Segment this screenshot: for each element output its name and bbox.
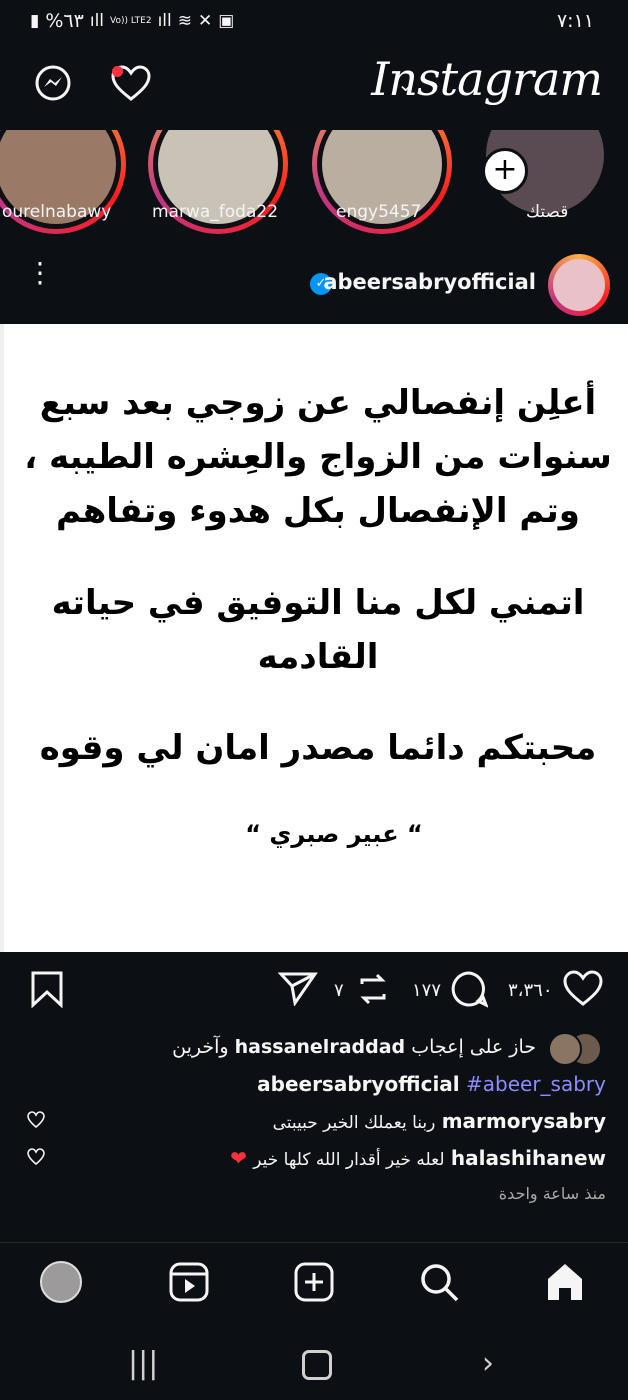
status-icons: ▮ %٦٣ ıll Vo)) LTE2 ıll ≋ ✕ ▣ (30, 10, 234, 32)
caption-hashtag[interactable]: #abeer_sabry (466, 1072, 606, 1096)
home-button-icon[interactable] (302, 1350, 332, 1380)
post-avatar[interactable] (548, 254, 610, 316)
bottom-navigation (0, 1242, 628, 1323)
like-heart-icon[interactable] (562, 970, 604, 1008)
share-send-icon[interactable] (278, 970, 318, 1006)
profile-avatar-tab[interactable] (40, 1261, 82, 1303)
stories-tray: ourelnabawy marwa_foda22 engy5457 + قصتك (0, 130, 628, 246)
signal-icon: ıll (89, 11, 105, 31)
network-label: Vo)) LTE2 (110, 15, 152, 26)
comment-row: marmorysabry ربنا يعملك الخير حبيبتى (273, 1109, 606, 1133)
post-header: ⋮ ✓ abeersabryofficial (0, 246, 628, 324)
app-header: Instagram ⌄ (0, 44, 628, 130)
comment-like-icon[interactable] (26, 1147, 46, 1167)
post-text-block-2: اتمني لكل منا التوفيق في حياته القادمه (51, 583, 585, 677)
liked-by-suffix: وآخرين (172, 1036, 229, 1058)
post-text-block-1: أعلِن إنفصالي عن زوجي بعد سبع سنوات من ا… (24, 383, 612, 531)
add-story-plus-icon[interactable]: + (482, 148, 528, 194)
reels-icon[interactable] (168, 1261, 210, 1303)
caption-username[interactable]: abeersabryofficial (257, 1072, 460, 1096)
save-bookmark-icon[interactable] (30, 970, 64, 1008)
post-username[interactable]: abeersabryofficial (323, 270, 536, 294)
comment-text: لعله خير أقدار الله كلها خير (253, 1150, 445, 1170)
notification-dot (112, 66, 123, 77)
red-heart-emoji-icon: ❤ (230, 1146, 247, 1170)
search-icon[interactable] (418, 1261, 460, 1303)
status-bar: ▮ %٦٣ ıll Vo)) LTE2 ıll ≋ ✕ ▣ ٧:١١ (0, 0, 628, 44)
back-icon[interactable]: › (482, 1346, 494, 1381)
wifi-icon: ≋ (177, 11, 192, 31)
story-username: ourelnabawy (2, 202, 112, 222)
liked-by-avatars (548, 1032, 602, 1066)
recent-apps-icon[interactable]: ||| (128, 1346, 158, 1381)
post-image[interactable]: أعلِن إنفصالي عن زوجي بعد سبع سنوات من ا… (0, 324, 628, 952)
likes-count: ٣،٣٦٠ (508, 980, 553, 1001)
messenger-icon[interactable] (34, 64, 72, 102)
comment-username[interactable]: marmorysabry (442, 1109, 606, 1133)
status-time: ٧:١١ (556, 10, 594, 32)
more-options-icon[interactable]: ⋮ (26, 259, 54, 300)
comment-like-icon[interactable] (26, 1110, 46, 1130)
system-navigation: ||| › (0, 1322, 628, 1400)
create-post-icon[interactable] (293, 1261, 335, 1303)
comment-row: halashihanew لعله خير أقدار الله كلها خي… (230, 1146, 606, 1170)
home-icon[interactable] (544, 1261, 586, 1303)
repost-icon[interactable] (356, 970, 390, 1008)
post-signature: “ عبير صبري “ (245, 820, 423, 848)
post-actions: ٧ ١٧٧ ٣،٣٦٠ (0, 952, 628, 1026)
caption: abeersabryofficial #abeer_sabry (257, 1072, 606, 1096)
battery-icon: ▮ (30, 11, 40, 31)
post-time-ago: منذ ساعة واحدة (498, 1184, 606, 1203)
comment-icon[interactable] (450, 970, 488, 1008)
signal-icon-2: ıll (157, 11, 172, 31)
liked-by-prefix: حاز على إعجاب (411, 1036, 536, 1058)
liked-by-user[interactable]: hassanelraddad (235, 1036, 406, 1058)
post-text-block-3: محبتكم دائما مصدر امان لي وقوه (39, 728, 597, 768)
comments-count: ١٧٧ (412, 980, 442, 1001)
notification-icon: ▣ (218, 11, 235, 31)
reposts-count: ٧ (334, 980, 344, 1001)
story-username: engy5457 (336, 202, 422, 222)
comment-username[interactable]: halashihanew (451, 1146, 606, 1170)
battery-level: %٦٣ (45, 10, 84, 32)
story-username: marwa_foda22 (152, 202, 279, 222)
liked-by-row[interactable]: حاز على إعجاب hassanelraddad وآخرين (0, 1032, 628, 1066)
comment-text: ربنا يعملك الخير حبيبتى (272, 1113, 436, 1133)
liked-by-text: حاز على إعجاب hassanelraddad وآخرين (172, 1036, 536, 1058)
story-username: قصتك (526, 202, 569, 222)
chevron-down-icon[interactable]: ⌄ (397, 72, 414, 96)
mute-icon: ✕ (197, 11, 213, 31)
